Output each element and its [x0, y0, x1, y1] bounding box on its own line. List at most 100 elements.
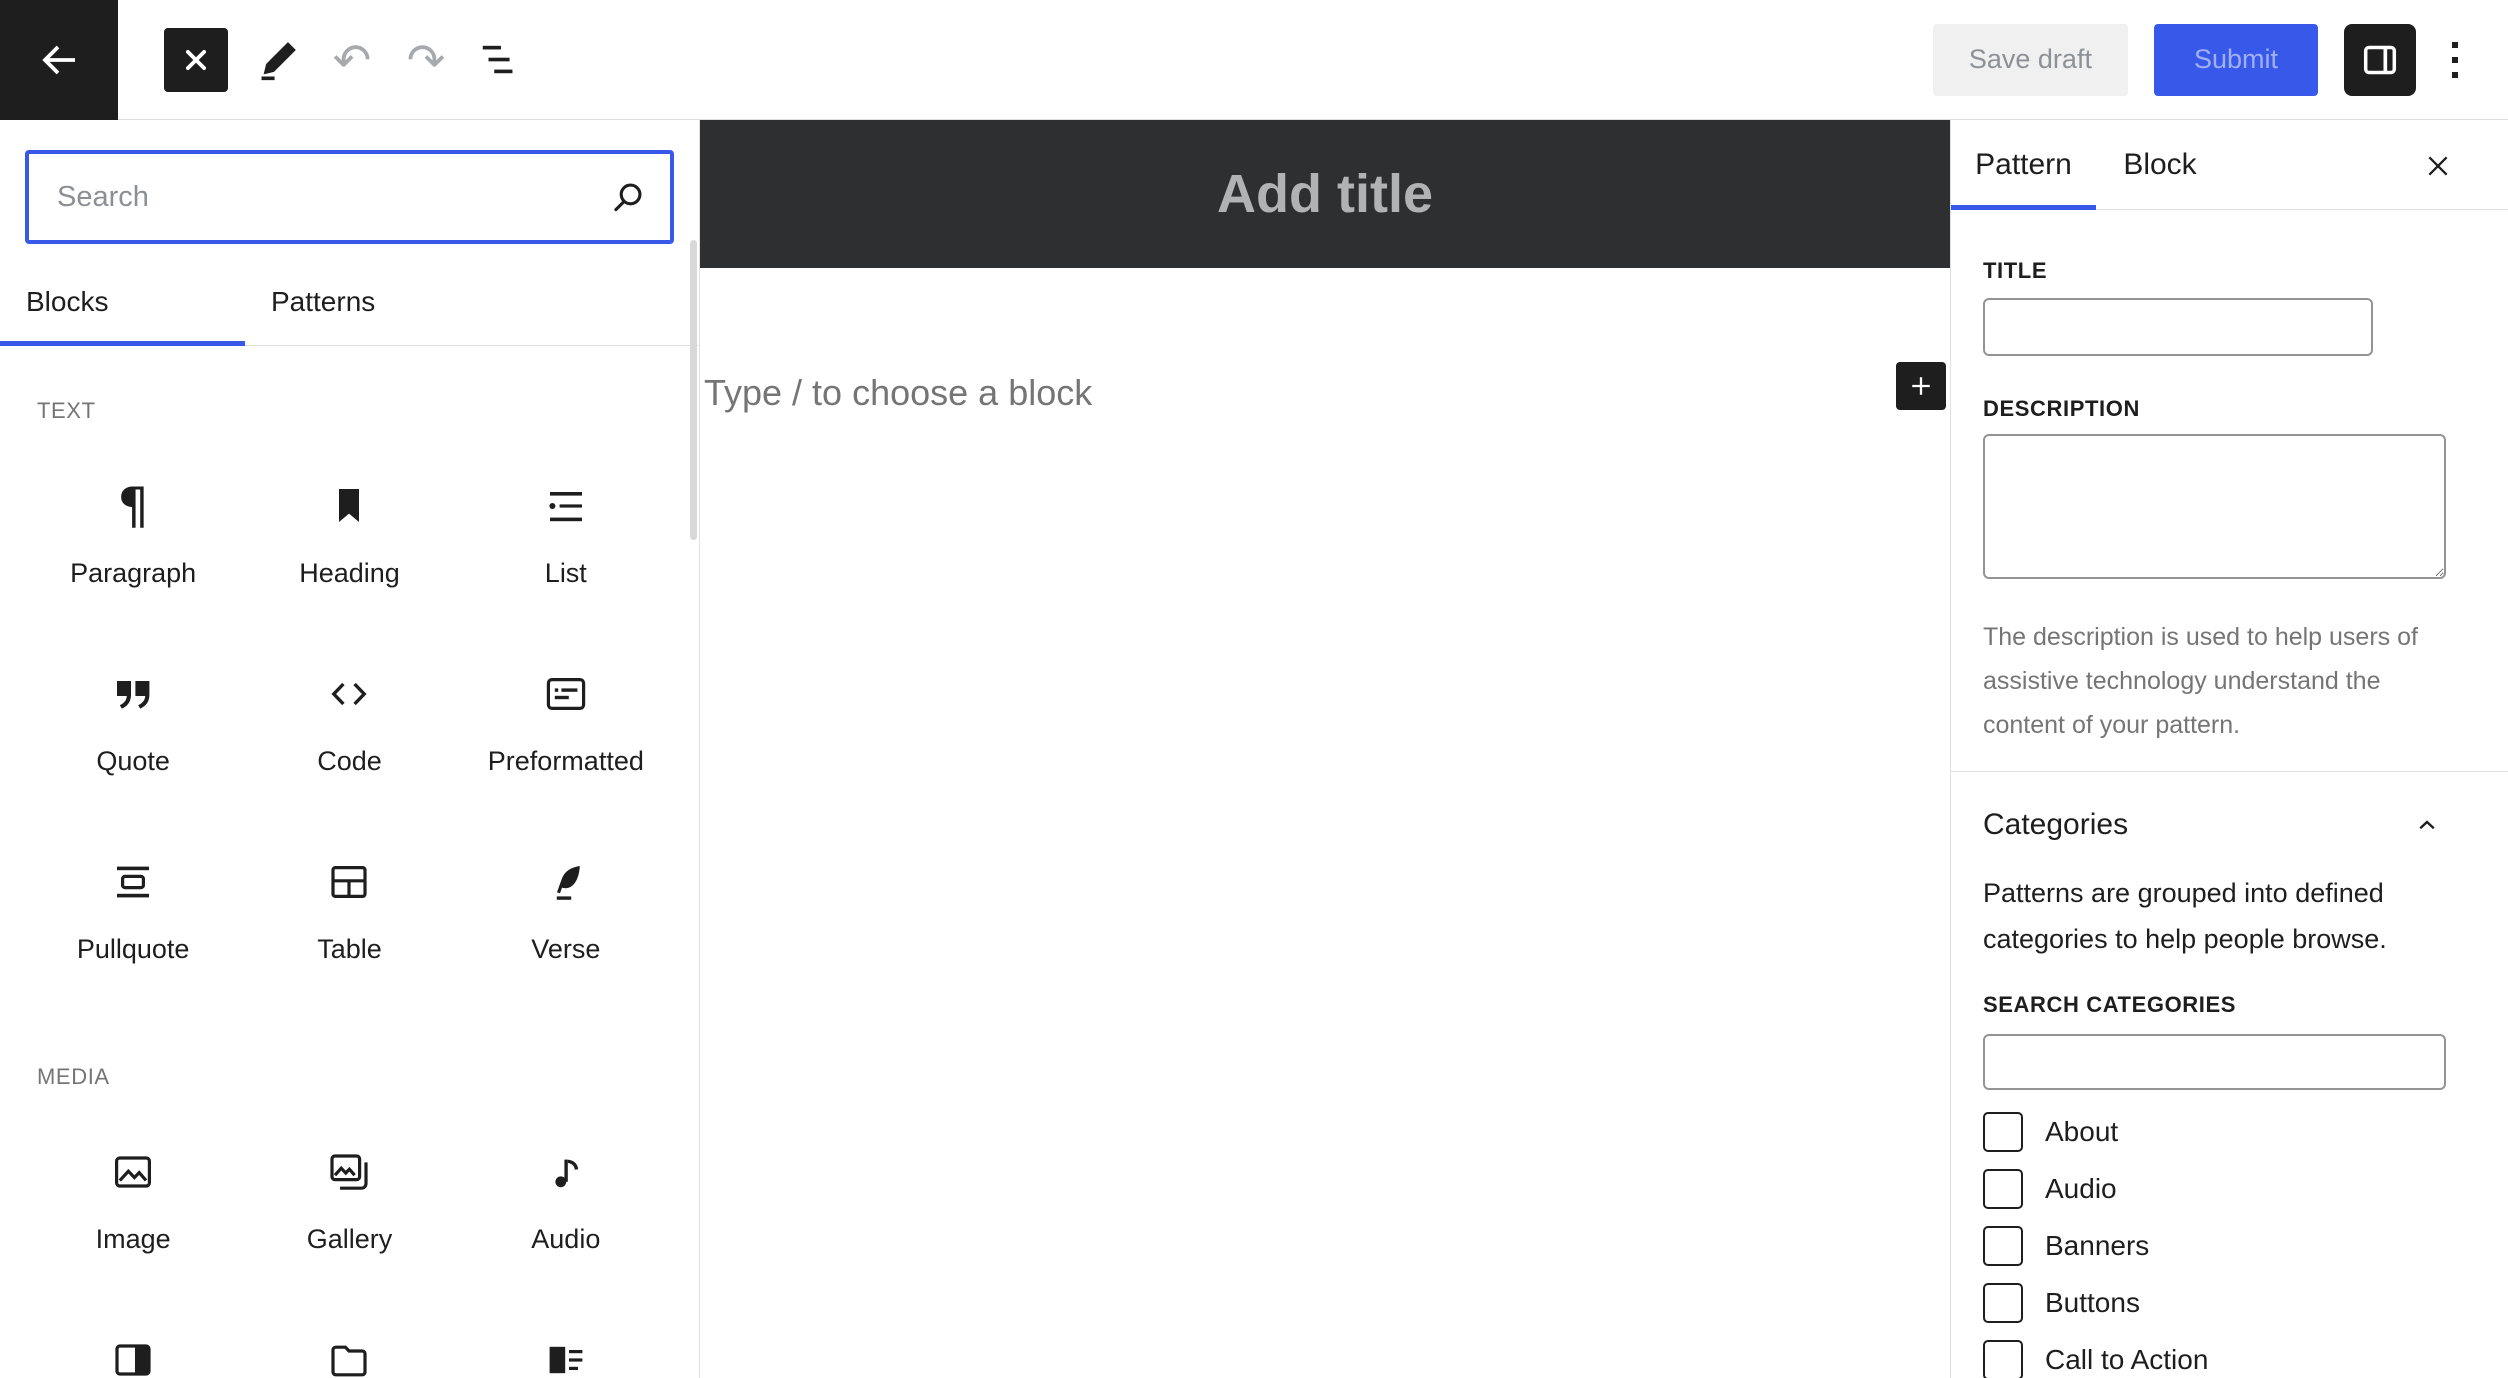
empty-block-placeholder[interactable]: Type / to choose a block [704, 372, 1950, 414]
settings-sidebar: Pattern Block TITLE DESCRIPTION The desc… [1950, 120, 2508, 1378]
block-item-audio[interactable]: Audio [458, 1134, 674, 1284]
code-icon [325, 670, 373, 718]
block-item-paragraph[interactable]: ¶ Paragraph [25, 468, 241, 618]
paragraph-icon: ¶ [117, 477, 150, 535]
block-item-pullquote[interactable]: Pullquote [25, 844, 241, 994]
add-title-placeholder[interactable]: Add title [1217, 163, 1433, 225]
cover-icon [109, 1336, 157, 1378]
verse-icon [542, 858, 590, 906]
options-menu-button[interactable] [2442, 32, 2468, 88]
block-item-table[interactable]: Table [241, 844, 457, 994]
collapse-panel-button[interactable] [2408, 806, 2446, 844]
categories-checkbox-list: About Audio Banners Buttons Call to Acti… [1983, 1112, 2446, 1378]
toolbar-left-group: ↶ ↷ [164, 27, 524, 92]
pattern-title-bar[interactable]: Add title [700, 120, 1950, 268]
category-row-banners[interactable]: Banners [1983, 1226, 2446, 1266]
add-block-button[interactable] [1896, 362, 1946, 410]
title-field-label: TITLE [1983, 258, 2048, 283]
block-item-code[interactable]: Code [241, 656, 457, 806]
file-icon [325, 1336, 373, 1378]
undo-icon: ↶ [332, 32, 372, 87]
kebab-dot [2452, 41, 2458, 48]
block-item-image[interactable]: Image [25, 1134, 241, 1284]
back-arrow-icon [35, 36, 83, 84]
pullquote-icon [109, 858, 157, 906]
tab-patterns[interactable]: Patterns [245, 258, 503, 345]
checkbox-banners[interactable] [1983, 1226, 2023, 1266]
search-categories-input[interactable] [1983, 1034, 2446, 1090]
media-text-icon [542, 1336, 590, 1378]
pattern-settings-content: TITLE DESCRIPTION The description is use… [1951, 258, 2508, 747]
search-categories-label: SEARCH CATEGORIES [1983, 992, 2237, 1017]
settings-sidebar-toggle-button[interactable] [2344, 23, 2416, 96]
submit-button[interactable]: Submit [2153, 23, 2318, 96]
search-icon [606, 175, 650, 219]
editor-canvas: Add title Type / to choose a block [700, 120, 1950, 1378]
audio-icon [542, 1148, 590, 1196]
checkbox-about[interactable] [1983, 1112, 2023, 1152]
media-blocks-grid: Image Gallery Audio [25, 1134, 674, 1378]
preformatted-icon [542, 670, 590, 718]
inserter-block-list: TEXT ¶ Paragraph Heading List Quote Code… [0, 398, 699, 1378]
gallery-icon [325, 1148, 373, 1196]
active-tab-indicator [0, 341, 245, 346]
close-x-icon [181, 45, 211, 75]
plus-icon [1907, 372, 1935, 400]
section-title-media: MEDIA [37, 1064, 110, 1089]
kebab-dot [2452, 56, 2458, 63]
editor-workspace: Blocks Patterns TEXT ¶ Paragraph Heading [0, 120, 2508, 1378]
category-row-buttons[interactable]: Buttons [1983, 1283, 2446, 1323]
table-icon [325, 858, 373, 906]
checkbox-audio[interactable] [1983, 1169, 2023, 1209]
categories-panel-header[interactable]: Categories [1951, 772, 2508, 844]
chevron-up-icon [2412, 810, 2442, 840]
text-blocks-grid: ¶ Paragraph Heading List Quote Code Pref… [25, 468, 674, 994]
kebab-dot [2452, 71, 2458, 78]
inserter-scrollbar-thumb[interactable] [690, 240, 697, 540]
tab-pattern[interactable]: Pattern [1951, 120, 2096, 209]
sidebar-panel-icon [2358, 38, 2402, 82]
active-settings-tab-indicator [1951, 205, 2096, 210]
block-item-media-text-partial[interactable] [458, 1322, 674, 1378]
list-view-button[interactable] [476, 36, 524, 84]
category-row-about[interactable]: About [1983, 1112, 2446, 1152]
block-inserter-toggle-button[interactable] [164, 27, 228, 92]
block-item-verse[interactable]: Verse [458, 844, 674, 994]
tab-block[interactable]: Block [2096, 120, 2224, 209]
block-item-cover-partial[interactable] [25, 1322, 241, 1378]
undo-button[interactable]: ↶ [328, 36, 376, 84]
pencil-icon [255, 37, 301, 83]
inserter-search-input[interactable] [25, 150, 674, 244]
checkbox-buttons[interactable] [1983, 1283, 2023, 1323]
edit-mode-button[interactable] [254, 36, 302, 84]
block-item-file-partial[interactable] [241, 1322, 457, 1378]
categories-intro-text: Patterns are grouped into defined catego… [1983, 878, 2387, 954]
back-button[interactable] [0, 0, 118, 120]
block-inserter-panel: Blocks Patterns TEXT ¶ Paragraph Heading [0, 120, 700, 1378]
heading-icon [325, 482, 373, 530]
image-icon [109, 1148, 157, 1196]
block-item-preformatted[interactable]: Preformatted [458, 656, 674, 806]
redo-button[interactable]: ↷ [402, 36, 450, 84]
checkbox-call-to-action[interactable] [1983, 1340, 2023, 1378]
inserter-search [25, 150, 674, 244]
block-item-gallery[interactable]: Gallery [241, 1134, 457, 1284]
pattern-title-input[interactable] [1983, 298, 2373, 356]
description-field-label: DESCRIPTION [1983, 396, 2140, 421]
block-item-heading[interactable]: Heading [241, 468, 457, 618]
settings-tabs: Pattern Block [1951, 120, 2508, 210]
redo-icon: ↷ [406, 32, 446, 87]
canvas-body[interactable]: Type / to choose a block [700, 268, 1950, 414]
save-draft-button[interactable]: Save draft [1932, 23, 2128, 96]
pattern-description-textarea[interactable] [1983, 434, 2446, 579]
description-help-text: The description is used to help users of… [1983, 623, 2418, 739]
inserter-tabs: Blocks Patterns [0, 258, 699, 346]
category-row-audio[interactable]: Audio [1983, 1169, 2446, 1209]
list-view-icon [477, 37, 523, 83]
tab-blocks[interactable]: Blocks [0, 258, 245, 345]
close-settings-button[interactable] [2416, 144, 2460, 188]
block-item-list[interactable]: List [458, 468, 674, 618]
categories-panel-body: Patterns are grouped into defined catego… [1951, 870, 2508, 1378]
block-item-quote[interactable]: Quote [25, 656, 241, 806]
category-row-call-to-action[interactable]: Call to Action [1983, 1340, 2446, 1378]
